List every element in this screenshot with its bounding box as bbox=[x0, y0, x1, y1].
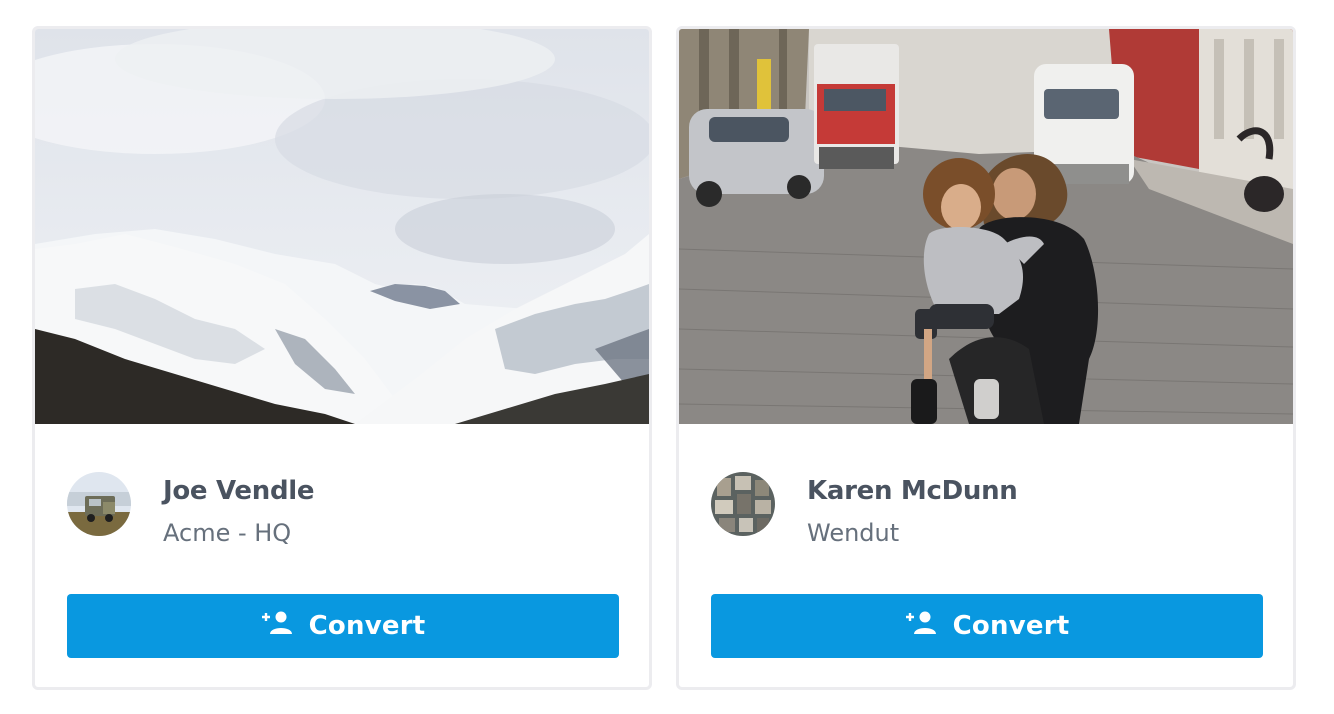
contact-name: Karen McDunn bbox=[807, 476, 1018, 506]
convert-button[interactable]: Convert bbox=[67, 594, 619, 658]
person-add-icon bbox=[261, 610, 293, 636]
contact-info: Joe Vendle Acme - HQ bbox=[163, 474, 315, 548]
card-grid: Joe Vendle Acme - HQ Convert Karen McDun… bbox=[32, 26, 1296, 690]
contact-organization: Acme - HQ bbox=[163, 519, 292, 547]
convert-button-label: Convert bbox=[308, 611, 426, 641]
avatar bbox=[67, 472, 131, 536]
contact-card: Joe Vendle Acme - HQ Convert bbox=[32, 26, 652, 690]
card-cover-image bbox=[679, 29, 1293, 424]
contact-info: Karen McDunn Wendut bbox=[807, 474, 1018, 548]
convert-button[interactable]: Convert bbox=[711, 594, 1263, 658]
convert-button-label: Convert bbox=[952, 611, 1070, 641]
card-cover-image bbox=[35, 29, 649, 424]
contact-name: Joe Vendle bbox=[163, 476, 315, 506]
person-add-icon bbox=[905, 610, 937, 636]
avatar bbox=[711, 472, 775, 536]
contact-profile: Joe Vendle Acme - HQ bbox=[67, 472, 315, 548]
contact-card: Karen McDunn Wendut Convert bbox=[676, 26, 1296, 690]
contact-profile: Karen McDunn Wendut bbox=[711, 472, 1018, 548]
contact-organization: Wendut bbox=[807, 519, 900, 547]
